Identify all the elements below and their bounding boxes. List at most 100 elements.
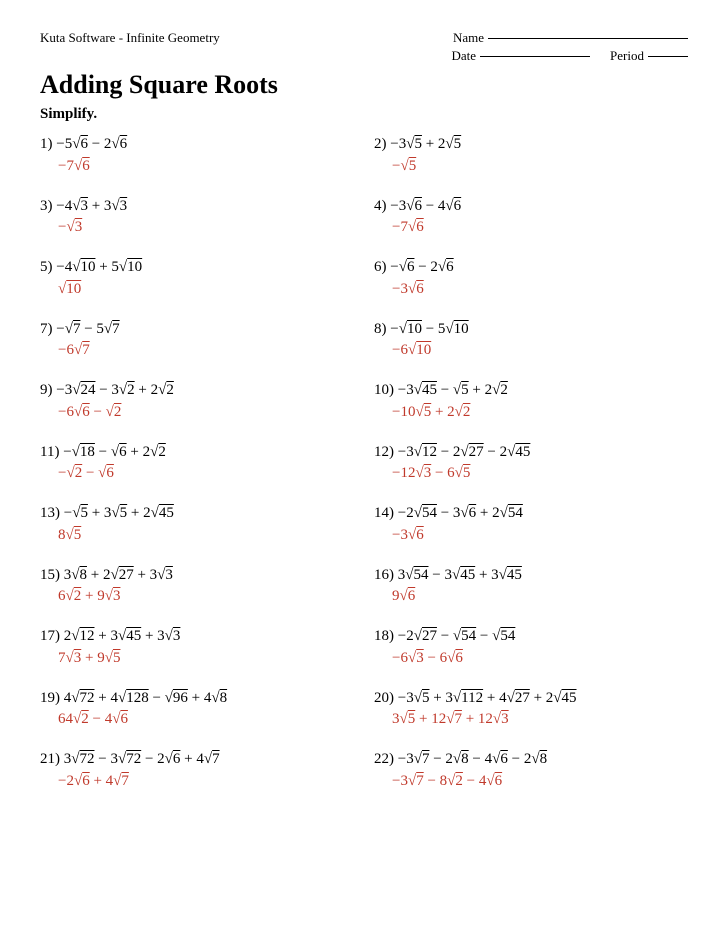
problem-answer: 7√3 + 9√5 — [40, 648, 354, 669]
problem-num: 12) — [374, 444, 394, 460]
problem-question: 15) 3√8 + 2√27 + 3√3 — [40, 564, 354, 587]
problem-question: 18) −2√27 − √54 − √54 — [374, 625, 688, 648]
period-label: Period — [610, 48, 644, 64]
problem-question: 5) −4√10 + 5√10 — [40, 256, 354, 279]
problem-question: 21) 3√72 − 3√72 − 2√6 + 4√7 — [40, 748, 354, 771]
problem-answer: 8√5 — [40, 525, 354, 546]
problem-num: 1) — [40, 136, 53, 152]
problem-answer: −6√3 − 6√6 — [374, 648, 688, 669]
header-right: Name Date Period — [452, 30, 689, 64]
problem-answer: 9√6 — [374, 586, 688, 607]
header-row: Kuta Software - Infinite Geometry Name D… — [40, 30, 688, 64]
problem-num: 4) — [374, 198, 387, 214]
problem-num: 10) — [374, 382, 394, 398]
problem-question: 22) −3√7 − 2√8 − 4√6 − 2√8 — [374, 748, 688, 771]
problem-num: 3) — [40, 198, 53, 214]
problem-num: 19) — [40, 690, 60, 706]
problem-num: 7) — [40, 321, 53, 337]
problem-item: 12) −3√12 − 2√27 − 2√45−12√3 − 6√5 — [374, 441, 688, 485]
problem-num: 13) — [40, 505, 60, 521]
problem-answer: −6√6 − √2 — [40, 402, 354, 423]
name-line: Name — [453, 30, 688, 46]
problem-answer: −7√6 — [40, 156, 354, 177]
problem-question: 19) 4√72 + 4√128 − √96 + 4√8 — [40, 687, 354, 710]
problem-item: 10) −3√45 − √5 + 2√2−10√5 + 2√2 — [374, 379, 688, 423]
problem-item: 20) −3√5 + 3√112 + 4√27 + 2√453√5 + 12√7… — [374, 687, 688, 731]
problem-question: 16) 3√54 − 3√45 + 3√45 — [374, 564, 688, 587]
problem-item: 15) 3√8 + 2√27 + 3√36√2 + 9√3 — [40, 564, 354, 608]
problems-grid: 1) −5√6 − 2√6−7√62) −3√5 + 2√5−√53) −4√3… — [40, 133, 688, 810]
problem-item: 18) −2√27 − √54 − √54−6√3 − 6√6 — [374, 625, 688, 669]
problem-item: 16) 3√54 − 3√45 + 3√459√6 — [374, 564, 688, 608]
problem-answer: −3√6 — [374, 525, 688, 546]
problem-question: 11) −√18 − √6 + 2√2 — [40, 441, 354, 464]
problem-answer: 6√2 + 9√3 — [40, 586, 354, 607]
problem-question: 20) −3√5 + 3√112 + 4√27 + 2√45 — [374, 687, 688, 710]
problem-question: 7) −√7 − 5√7 — [40, 318, 354, 341]
date-period: Date Period — [452, 48, 689, 64]
problem-num: 20) — [374, 690, 394, 706]
problem-num: 9) — [40, 382, 53, 398]
problem-question: 2) −3√5 + 2√5 — [374, 133, 688, 156]
date-line: Date — [452, 48, 591, 64]
problem-num: 14) — [374, 505, 394, 521]
problem-item: 19) 4√72 + 4√128 − √96 + 4√864√2 − 4√6 — [40, 687, 354, 731]
problem-num: 21) — [40, 751, 60, 767]
problem-answer: −√3 — [40, 217, 354, 238]
problem-num: 16) — [374, 567, 394, 583]
problem-item: 9) −3√24 − 3√2 + 2√2−6√6 − √2 — [40, 379, 354, 423]
problem-question: 12) −3√12 − 2√27 − 2√45 — [374, 441, 688, 464]
problem-question: 1) −5√6 − 2√6 — [40, 133, 354, 156]
problem-num: 5) — [40, 259, 53, 275]
problem-item: 3) −4√3 + 3√3−√3 — [40, 195, 354, 239]
problem-answer: −6√10 — [374, 340, 688, 361]
problem-item: 11) −√18 − √6 + 2√2−√2 − √6 — [40, 441, 354, 485]
problem-answer: −6√7 — [40, 340, 354, 361]
problem-item: 14) −2√54 − 3√6 + 2√54−3√6 — [374, 502, 688, 546]
problem-item: 1) −5√6 − 2√6−7√6 — [40, 133, 354, 177]
date-underline — [480, 56, 590, 57]
problem-item: 2) −3√5 + 2√5−√5 — [374, 133, 688, 177]
problem-item: 4) −3√6 − 4√6−7√6 — [374, 195, 688, 239]
problem-num: 2) — [374, 136, 387, 152]
problem-answer: √10 — [40, 279, 354, 300]
problem-item: 8) −√10 − 5√10−6√10 — [374, 318, 688, 362]
software-label: Kuta Software - Infinite Geometry — [40, 30, 220, 46]
name-label: Name — [453, 30, 484, 46]
instruction: Simplify. — [40, 106, 688, 123]
problem-item: 5) −4√10 + 5√10√10 — [40, 256, 354, 300]
problem-item: 17) 2√12 + 3√45 + 3√37√3 + 9√5 — [40, 625, 354, 669]
page-title: Adding Square Roots — [40, 70, 688, 100]
problem-item: 13) −√5 + 3√5 + 2√458√5 — [40, 502, 354, 546]
problem-question: 3) −4√3 + 3√3 — [40, 195, 354, 218]
problem-num: 22) — [374, 751, 394, 767]
period-line: Period — [610, 48, 688, 64]
problem-answer: −3√6 — [374, 279, 688, 300]
problem-item: 7) −√7 − 5√7−6√7 — [40, 318, 354, 362]
problem-answer: −√5 — [374, 156, 688, 177]
name-underline — [488, 38, 688, 39]
problem-answer: −12√3 − 6√5 — [374, 463, 688, 484]
problem-answer: 64√2 − 4√6 — [40, 709, 354, 730]
problem-num: 11) — [40, 444, 59, 460]
problem-question: 4) −3√6 − 4√6 — [374, 195, 688, 218]
problem-num: 15) — [40, 567, 60, 583]
problem-answer: −10√5 + 2√2 — [374, 402, 688, 423]
problem-num: 6) — [374, 259, 387, 275]
problem-item: 22) −3√7 − 2√8 − 4√6 − 2√8−3√7 − 8√2 − 4… — [374, 748, 688, 792]
problem-question: 6) −√6 − 2√6 — [374, 256, 688, 279]
problem-answer: −2√6 + 4√7 — [40, 771, 354, 792]
problem-question: 17) 2√12 + 3√45 + 3√3 — [40, 625, 354, 648]
problem-item: 21) 3√72 − 3√72 − 2√6 + 4√7−2√6 + 4√7 — [40, 748, 354, 792]
problem-question: 9) −3√24 − 3√2 + 2√2 — [40, 379, 354, 402]
problem-num: 17) — [40, 628, 60, 644]
problem-question: 10) −3√45 − √5 + 2√2 — [374, 379, 688, 402]
problem-answer: −3√7 − 8√2 − 4√6 — [374, 771, 688, 792]
problem-item: 6) −√6 − 2√6−3√6 — [374, 256, 688, 300]
problem-num: 8) — [374, 321, 387, 337]
date-label: Date — [452, 48, 477, 64]
problem-answer: 3√5 + 12√7 + 12√3 — [374, 709, 688, 730]
problem-question: 14) −2√54 − 3√6 + 2√54 — [374, 502, 688, 525]
problem-question: 13) −√5 + 3√5 + 2√45 — [40, 502, 354, 525]
problem-answer: −7√6 — [374, 217, 688, 238]
